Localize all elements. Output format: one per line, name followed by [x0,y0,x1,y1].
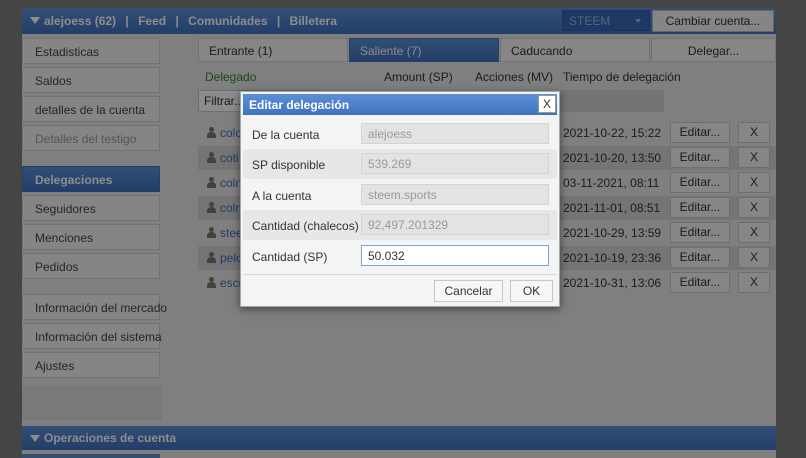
available-sp-label: SP disponible [252,158,326,172]
from-account-field: alejoess [361,123,549,144]
to-account-row: A la cuenta steem.sports [243,180,557,210]
ok-button[interactable]: OK [510,280,553,302]
vests-amount-row: Cantidad (chalecos) 92,497.201329 [243,210,557,240]
available-sp-row: SP disponible 539.269 [243,149,557,179]
to-account-label: A la cuenta [252,189,312,203]
sp-amount-input[interactable]: 50.032 [361,245,549,266]
from-account-label: De la cuenta [252,128,320,142]
to-account-field: steem.sports [361,184,549,205]
from-account-row: De la cuenta alejoess [243,119,557,149]
dialog-titlebar: Editar delegación X [243,94,557,115]
sp-amount-label: Cantidad (SP) [252,250,328,264]
edit-delegation-dialog: Editar delegación X De la cuenta alejoes… [240,91,560,307]
vests-amount-field: 92,497.201329 [361,214,549,235]
close-button[interactable]: X [538,95,556,113]
cancel-button[interactable]: Cancelar [434,280,503,302]
dialog-divider [243,274,557,275]
sp-amount-row: Cantidad (SP) 50.032 [243,241,557,271]
available-sp-field: 539.269 [361,153,549,174]
vests-amount-label: Cantidad (chalecos) [252,219,359,233]
dialog-title: Editar delegación [249,98,350,112]
